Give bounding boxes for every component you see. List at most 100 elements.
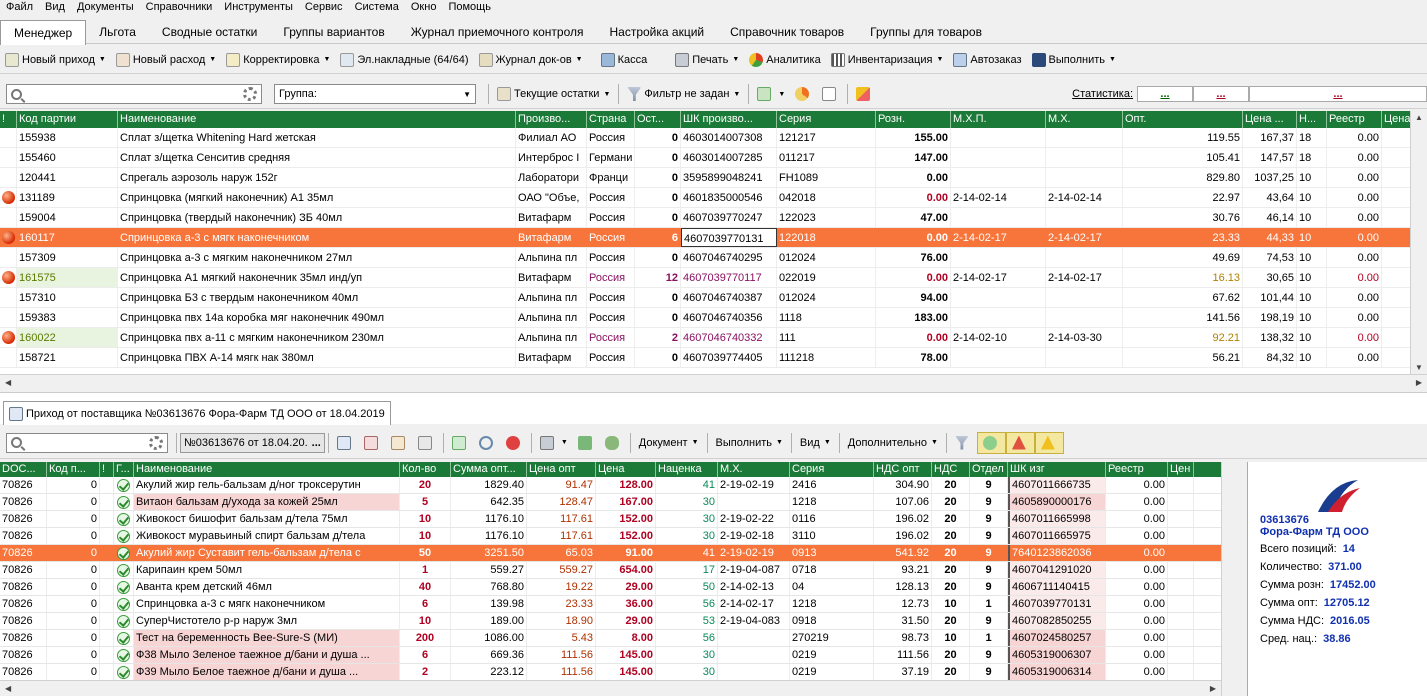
column-header[interactable]: Произво...	[516, 111, 587, 128]
tab[interactable]: Настройка акций	[597, 20, 718, 43]
table-row[interactable]: 159383 Спринцовка пвх 14а коробка мяг нак…	[0, 308, 1410, 328]
scroll-right-icon[interactable]: ▶	[1210, 684, 1216, 693]
menu-item[interactable]: Окно	[405, 0, 443, 15]
column-header[interactable]: НДС	[932, 462, 970, 477]
column-header[interactable]: Цен	[1168, 462, 1194, 477]
column-header[interactable]: Код п...	[47, 462, 100, 477]
gear-icon[interactable]	[149, 435, 163, 450]
doc-new-button[interactable]	[332, 432, 359, 454]
tab[interactable]: Справочник товаров	[717, 20, 857, 43]
einvoices-button[interactable]: Эл.накладные (64/64)	[335, 49, 473, 71]
table-row[interactable]: 157309 Спринцовка а-3 с мягким наконечник…	[0, 248, 1410, 268]
table-row[interactable]: 70826 0 Карипаин крем 50мл 1 559.27 559.27 654…	[0, 562, 1221, 579]
column-header[interactable]: Ост...	[635, 111, 681, 128]
doc-number-ellipsis[interactable]: ...	[312, 437, 321, 449]
column-header[interactable]: Наименование	[134, 462, 400, 477]
tab[interactable]: Льгота	[86, 20, 149, 43]
table-row[interactable]: 159004 Спринцовка (твердый наконечник) ЗБ…	[0, 208, 1410, 228]
menu-item[interactable]: Сервис	[299, 0, 349, 15]
menu-item[interactable]: Файл	[0, 0, 39, 15]
document-lines-hscroll[interactable]: ◀ ▶	[0, 680, 1221, 696]
scroll-left-icon[interactable]: ◀	[5, 378, 11, 387]
doc-money-button[interactable]	[573, 432, 600, 454]
column-header[interactable]: М.Х.	[718, 462, 790, 477]
document-lines-vscroll[interactable]	[1221, 462, 1243, 696]
current-stock-button[interactable]: Текущие остатки ▼	[492, 83, 615, 105]
doc-edit-button[interactable]	[386, 432, 413, 454]
analytics-button[interactable]: Аналитика	[744, 49, 825, 71]
column-header[interactable]: Серия	[790, 462, 874, 477]
column-header[interactable]: !	[100, 462, 114, 477]
chart-button[interactable]	[790, 83, 817, 105]
column-header[interactable]: Г...	[114, 462, 134, 477]
table-row[interactable]: 70826 0 Ф39 Мыло Белое таежное д/бани и ду…	[0, 664, 1221, 680]
column-header[interactable]: Цена изг	[1382, 111, 1410, 128]
column-header[interactable]: Кол-во	[400, 462, 451, 477]
menu-item[interactable]: Справочники	[140, 0, 219, 15]
tab[interactable]: Группы для товаров	[857, 20, 995, 43]
group-select[interactable]: Группа: ▼	[274, 84, 476, 104]
menu-item[interactable]: Вид	[39, 0, 71, 15]
doc-users-button[interactable]	[600, 432, 627, 454]
table-row[interactable]: 70826 0 Аванта крем детский 46мл 40 768.80 19…	[0, 579, 1221, 596]
doc-warning-yellow-button[interactable]	[1034, 431, 1064, 454]
table-row[interactable]: 160117 Спринцовка а-3 с мягк наконечником…	[0, 228, 1410, 248]
doc-timer-button[interactable]	[474, 432, 501, 454]
table-row[interactable]: 120441 Спрегаль аэрозоль наруж 152г Лабора…	[0, 168, 1410, 188]
print-button[interactable]: Печать ▼	[670, 49, 744, 71]
table-row[interactable]: 155938 Сплат з/щетка Whitening Hard жетск…	[0, 128, 1410, 148]
tab[interactable]: Группы вариантов	[270, 20, 397, 43]
column-header[interactable]: Страна	[587, 111, 635, 128]
column-header[interactable]: Цена	[596, 462, 656, 477]
calculator-button[interactable]	[817, 83, 844, 105]
new-income-button[interactable]: Новый приход ▼	[0, 49, 111, 71]
inventory-button[interactable]: Инвентаризация ▼	[826, 49, 949, 71]
statistics-value-2[interactable]: ...	[1193, 86, 1249, 102]
column-header[interactable]: Сумма опт...	[451, 462, 527, 477]
execute-menu-button[interactable]: Выполнить ▼	[711, 432, 788, 454]
column-header[interactable]: Отдел	[970, 462, 1008, 477]
scroll-right-icon[interactable]: ▶	[1416, 378, 1422, 387]
gear-icon[interactable]	[243, 87, 257, 101]
doc-export-button[interactable]	[447, 432, 474, 454]
table-row[interactable]: 160022 Спринцовка пвх а-11 с мягким након…	[0, 328, 1410, 348]
table-row[interactable]: 70826 0 Акулий жир Суставит гель-бальзам д…	[0, 545, 1221, 562]
table-row[interactable]: 161575 Спринцовка А1 мягкий наконечник 35…	[0, 268, 1410, 288]
correction-button[interactable]: Корректировка ▼	[221, 49, 335, 71]
menu-item[interactable]: Система	[349, 0, 405, 15]
column-header[interactable]: Наценка	[656, 462, 718, 477]
scroll-left-icon[interactable]: ◀	[5, 684, 11, 693]
doc-journal-button[interactable]: Журнал док-ов ▼	[474, 49, 588, 71]
column-header[interactable]: Серия	[777, 111, 876, 128]
columns-button[interactable]: ▼	[752, 83, 790, 105]
doc-search-input[interactable]	[6, 432, 168, 453]
column-header[interactable]: Н...	[1297, 111, 1327, 128]
statistics-value-3[interactable]: ...	[1249, 86, 1427, 102]
new-expense-button[interactable]: Новый расход ▼	[111, 49, 221, 71]
cash-button[interactable]: Касса	[596, 49, 653, 71]
column-header[interactable]: НДС опт	[874, 462, 932, 477]
view-menu-button[interactable]: Вид ▼	[795, 432, 836, 454]
table-row[interactable]: 70826 0 Тест на беременность Bee-Sure-S (М…	[0, 630, 1221, 647]
doc-print-button[interactable]: ▼	[535, 432, 573, 454]
tab[interactable]: Менеджер	[0, 20, 87, 45]
table-row[interactable]: 70826 0 Акулий жир гель-бальзам д/ног трок…	[0, 477, 1221, 494]
column-header[interactable]: Цена ...	[1243, 111, 1297, 128]
column-header[interactable]: Опт.	[1123, 111, 1243, 128]
tab[interactable]: Журнал приемочного контроля	[398, 20, 597, 43]
search-input[interactable]	[6, 84, 262, 104]
doc-warning-red-button[interactable]	[1005, 431, 1035, 454]
document-lines-grid[interactable]: DOC... Код п...! Г... Наименование Кол-во Сум…	[0, 462, 1221, 680]
statistics-value-1[interactable]: ...	[1137, 86, 1193, 102]
doc-copy-button[interactable]	[413, 432, 440, 454]
column-header[interactable]: М.Х.П.	[951, 111, 1046, 128]
doc-delete-button[interactable]	[359, 432, 386, 454]
column-header[interactable]: М.Х.	[1046, 111, 1123, 128]
column-header[interactable]: Реестр	[1106, 462, 1168, 477]
column-header[interactable]: ШК изг	[1008, 462, 1106, 477]
filter-button[interactable]: Фильтр не задан ▼	[622, 83, 745, 105]
extra-menu-button[interactable]: Дополнительно ▼	[843, 432, 943, 454]
statistics-label[interactable]: Статистика:	[1072, 88, 1133, 100]
document-menu-button[interactable]: Документ ▼	[634, 432, 704, 454]
autoorder-button[interactable]: Автозаказ	[948, 49, 1026, 71]
